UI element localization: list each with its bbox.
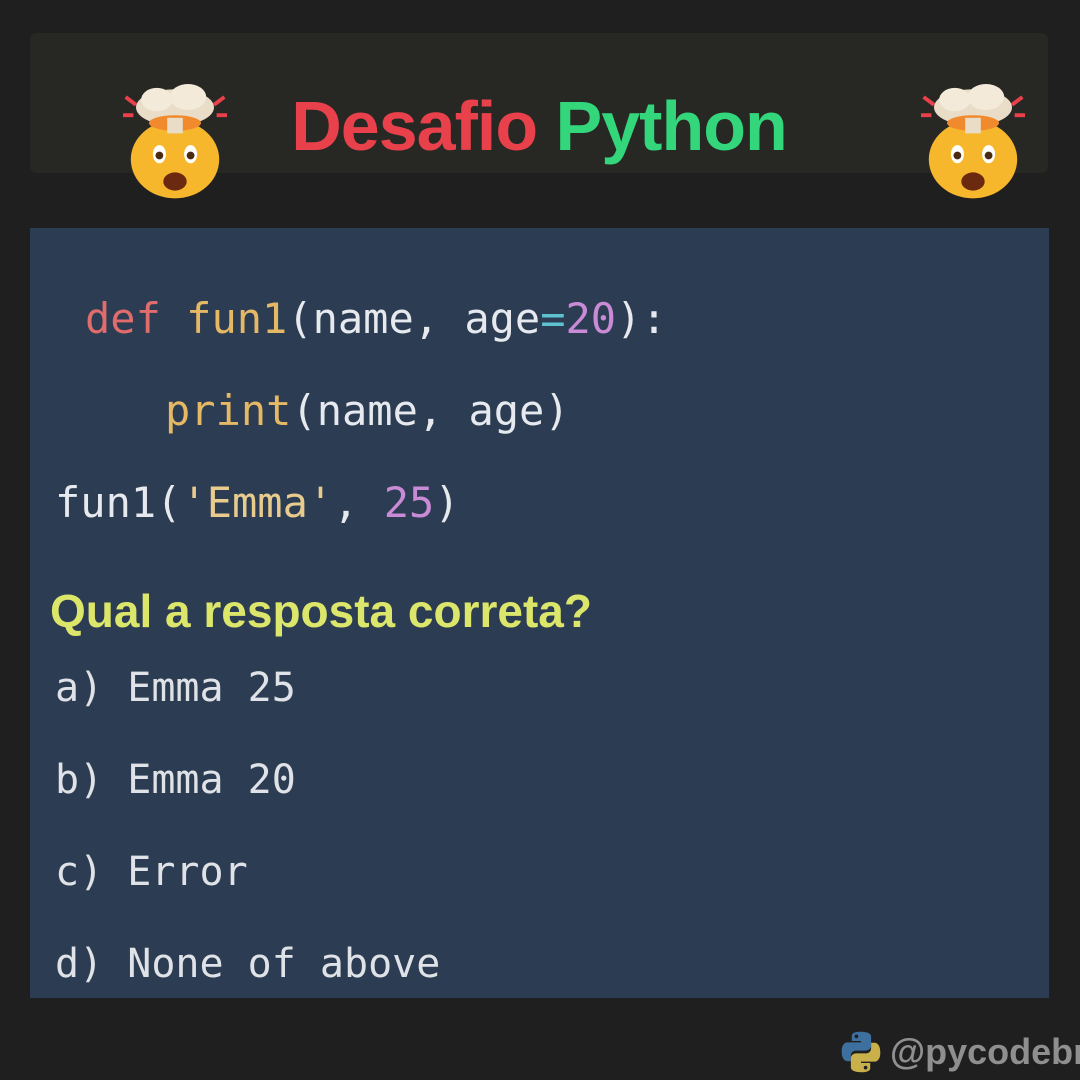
title-word-desafio: Desafio bbox=[291, 87, 538, 165]
code-separator: , bbox=[333, 478, 384, 527]
page-title: Desafio Python bbox=[30, 91, 1048, 161]
code-keyword: def bbox=[85, 294, 161, 343]
option-c: c) Error bbox=[55, 849, 248, 895]
python-logo-icon bbox=[841, 1031, 881, 1073]
title-word-python: Python bbox=[555, 87, 788, 165]
code-line-3: fun1('Emma', 25) bbox=[55, 482, 460, 524]
code-print-call: print bbox=[165, 386, 292, 435]
exploding-head-icon bbox=[921, 84, 1025, 199]
footer-handle: @pycodebr bbox=[890, 1031, 1080, 1072]
code-function-name: fun1 bbox=[186, 294, 288, 343]
option-d: d) None of above bbox=[55, 941, 441, 987]
code-params: (name, age bbox=[287, 294, 541, 343]
code-call: fun1( bbox=[55, 478, 182, 527]
code-operator: = bbox=[540, 294, 566, 343]
option-a: a) Emma 25 bbox=[55, 665, 296, 711]
code-default-value: 20 bbox=[565, 294, 617, 343]
code-number-arg: 25 bbox=[383, 478, 435, 527]
code-print-args: (name, age) bbox=[291, 386, 570, 435]
code-line-1: def fun1(name, age=20): bbox=[85, 298, 667, 340]
code-string-arg: 'Emma' bbox=[181, 478, 334, 527]
code-line-2: print(name, age) bbox=[165, 390, 570, 432]
header-banner: Desafio Python bbox=[30, 33, 1048, 199]
question-text: Qual a resposta correta? bbox=[50, 585, 592, 637]
code-call-close: ) bbox=[434, 478, 460, 527]
option-b: b) Emma 20 bbox=[55, 757, 296, 803]
code-close: ): bbox=[616, 294, 667, 343]
